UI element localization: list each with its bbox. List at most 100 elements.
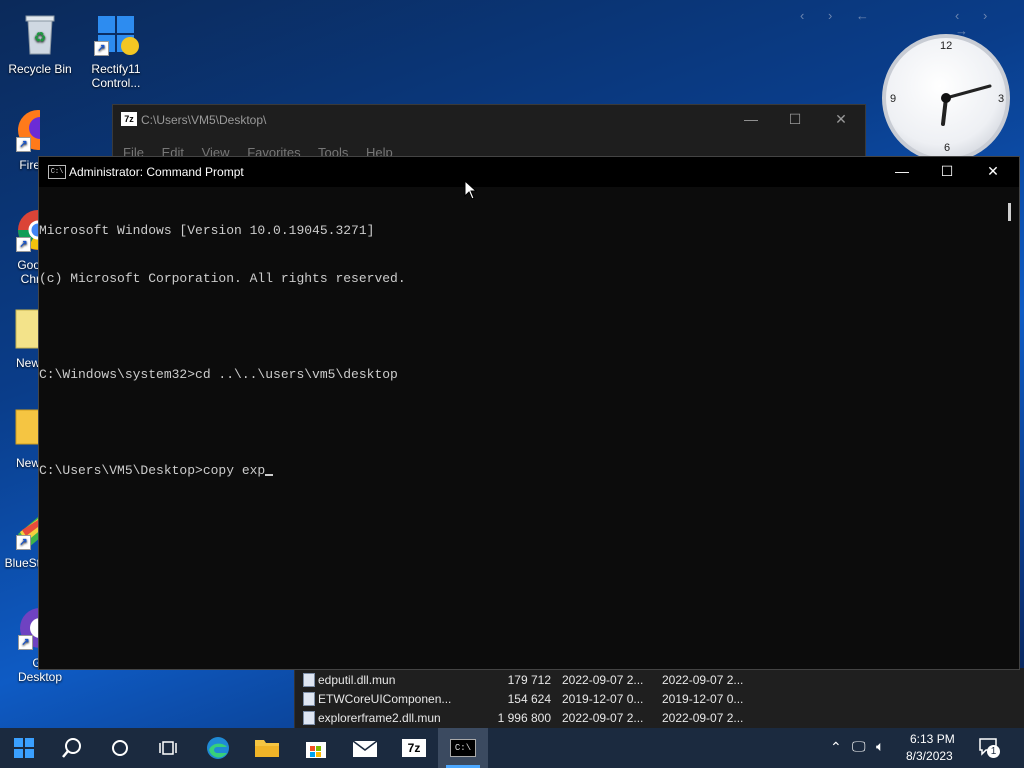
notification-badge: 1 [987, 745, 1000, 758]
file-size: 179 712 [507, 673, 551, 687]
7zip-file-list[interactable]: edputil.dll.mun 179 712 2022-09-07 2... … [294, 668, 1024, 730]
file-explorer-button[interactable] [243, 728, 291, 768]
file-size: 1 996 800 [497, 711, 551, 725]
search-button[interactable] [48, 728, 96, 768]
recycle-bin-icon: ♻ [16, 10, 64, 58]
file-created: 2019-12-07 0... [662, 692, 744, 706]
console-input-line[interactable]: C:\Users\VM5\Desktop>copy exp [39, 463, 999, 479]
windows-logo-icon [14, 738, 34, 758]
firefox-icon: ↗ [14, 106, 40, 154]
7zip-window-title: C:\Users\VM5\Desktop\ [141, 113, 267, 127]
console-line: (c) Microsoft Corporation. All rights re… [39, 271, 406, 286]
table-row[interactable]: explorerframe2.dll.mun 1 996 800 2022-09… [295, 708, 765, 727]
7zip-button[interactable]: 7z [390, 728, 438, 768]
folder-icon [14, 404, 40, 452]
taskbar: 7z C:\ ⌃ 🖵 🔈︎ 6:13 PM 8/3/2023 1 [0, 728, 1024, 768]
window-title: Administrator: Command Prompt [69, 165, 244, 179]
cortana-button[interactable] [96, 728, 144, 768]
store-button[interactable] [292, 728, 340, 768]
folder-icon [14, 304, 40, 352]
minimize-button[interactable]: — [882, 163, 922, 179]
file-modified: 2019-12-07 0... [562, 692, 644, 706]
file-modified: 2022-09-07 2... [562, 711, 644, 725]
folder-icon [255, 740, 279, 757]
close-button[interactable]: ✕ [973, 163, 1013, 180]
clock-hands [941, 84, 992, 126]
7zip-icon: 7z [121, 112, 137, 126]
task-view-button[interactable] [144, 728, 192, 768]
shortcut-arrow-icon: ↗ [16, 137, 31, 152]
clock-date[interactable]: 8/3/2023 [906, 749, 953, 763]
rectify11-icon: ↗ [92, 10, 140, 58]
chrome-icon: ↗ [14, 206, 40, 254]
clock-time[interactable]: 6:13 PM [910, 732, 955, 746]
desktop-icon-new-1[interactable]: New [0, 304, 40, 370]
desktop-icon-rectify11[interactable]: ↗ Rectify11 Control... [76, 10, 156, 90]
network-icon[interactable]: 🖵 [852, 738, 866, 755]
desktop-icon-label: BlueSt [4, 556, 40, 570]
file-modified: 2022-09-07 2... [562, 673, 644, 687]
minimize-button[interactable]: — [731, 111, 771, 127]
file-created: 2022-09-07 2... [662, 711, 744, 725]
desktop-icon-label: Goo Chr [17, 258, 40, 286]
shortcut-arrow-icon: ↗ [18, 635, 33, 650]
scrollbar-thumb[interactable] [1008, 203, 1011, 221]
mouse-pointer-icon [464, 180, 478, 200]
table-row[interactable]: ETWCoreUIComponen... 154 624 2019-12-07 … [295, 689, 765, 708]
maximize-button[interactable]: ☐ [927, 163, 967, 180]
desktop-icon-label: Recycle Bin [8, 62, 72, 76]
shortcut-arrow-icon: ↗ [16, 237, 31, 252]
task-view-icon [159, 741, 177, 755]
background-nav-arrows: ‹ › ← [800, 8, 879, 23]
volume-icon[interactable]: 🔈︎ [876, 738, 884, 755]
desktop-icon-chrome[interactable]: ↗ Goo Chr [0, 206, 40, 286]
vertical-scrollbar[interactable] [1001, 187, 1019, 667]
mail-icon [352, 740, 378, 757]
file-created: 2022-09-07 2... [662, 673, 744, 687]
circle-icon [112, 740, 128, 756]
cmd-icon: C:\ [48, 165, 66, 179]
close-button[interactable]: ✕ [821, 111, 861, 128]
desktop-icon-new-2[interactable]: New [0, 404, 40, 470]
mail-button[interactable] [341, 728, 389, 768]
store-icon [306, 742, 326, 758]
desktop-icon-label: New [15, 456, 40, 470]
notification-center-button[interactable]: 1 [978, 736, 1000, 758]
edge-icon [207, 737, 229, 759]
console-prompt-text: C:\Users\VM5\Desktop>copy exp [39, 463, 266, 478]
desktop-icon-label: Fire [19, 158, 40, 172]
cmd-button[interactable]: C:\ [439, 728, 487, 768]
maximize-button[interactable]: ☐ [775, 111, 815, 128]
background-nav-arrows: ‹ › → [955, 8, 998, 38]
svg-text:♻: ♻ [34, 29, 47, 45]
file-icon [303, 692, 315, 706]
desktop-icon-recycle-bin[interactable]: ♻ Recycle Bin [0, 10, 80, 76]
desktop-icon-firefox[interactable]: ↗ Fire [0, 106, 40, 172]
console-line: Microsoft Windows [Version 10.0.19045.32… [39, 223, 375, 238]
clock-gadget[interactable]: 12 3 6 9 [882, 34, 1010, 162]
search-icon [62, 738, 81, 758]
desktop-icon-label: New [15, 356, 40, 370]
show-hidden-icons-button[interactable]: ⌃ [830, 739, 842, 756]
desktop-icon-bluestacks[interactable]: ↗ BlueSt [0, 504, 40, 570]
start-button[interactable] [0, 728, 48, 768]
command-prompt-window[interactable]: C:\ Administrator: Command Prompt — ☐ ✕ … [38, 156, 1020, 670]
file-size: 154 624 [507, 692, 551, 706]
desktop-icon-label: Rectify11 Control... [91, 62, 141, 90]
file-name: ETWCoreUIComponen... [318, 692, 452, 706]
shortcut-arrow-icon: ↗ [94, 41, 109, 56]
title-bar[interactable]: C:\ Administrator: Command Prompt — ☐ ✕ [39, 157, 1019, 187]
bluestacks-icon: ↗ [14, 504, 40, 552]
console-output[interactable]: Microsoft Windows [Version 10.0.19045.32… [39, 191, 999, 511]
cmd-icon: C:\ [450, 739, 476, 757]
table-row[interactable]: edputil.dll.mun 179 712 2022-09-07 2... … [295, 670, 765, 689]
console-line: C:\Windows\system32>cd ..\..\users\vm5\d… [39, 367, 398, 382]
file-name: edputil.dll.mun [318, 673, 396, 687]
file-name: explorerframe2.dll.mun [318, 711, 441, 725]
7zip-icon: 7z [402, 739, 426, 757]
file-icon [303, 673, 315, 687]
edge-button[interactable] [194, 728, 242, 768]
text-cursor [265, 474, 274, 476]
